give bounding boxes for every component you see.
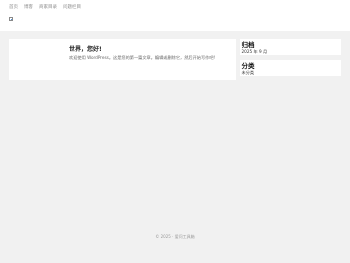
site-header: 首页 博客 商家目录 问题栏目 [0, 0, 350, 31]
category-widget: 分类 未分类 [240, 60, 341, 76]
nav-item-questions[interactable]: 问题栏目 [63, 5, 81, 11]
category-title: 分类 [241, 62, 255, 70]
broken-image-icon[interactable] [9, 17, 13, 21]
archive-title: 归档 [241, 41, 255, 49]
post-title[interactable]: 世界，您好! [69, 44, 102, 53]
post-excerpt: 欢迎使用 WordPress。这是您的第一篇文章。编辑或删除它，然后开始写作吧! [69, 55, 216, 60]
main-nav: 首页 博客 商家目录 问题栏目 [9, 5, 81, 11]
nav-item-blog[interactable]: 博客 [24, 5, 33, 11]
archive-widget: 归档 2025 年 9 月 [240, 39, 341, 55]
site-footer: © 2025 · 爱问工具箱 [155, 234, 195, 239]
nav-item-directory[interactable]: 商家目录 [39, 5, 57, 11]
nav-item-home[interactable]: 首页 [9, 5, 18, 11]
archive-item[interactable]: 2025 年 9 月 [242, 49, 268, 55]
category-item[interactable]: 未分类 [242, 70, 255, 76]
post-card: 世界，您好! 欢迎使用 WordPress。这是您的第一篇文章。编辑或删除它，然… [9, 39, 236, 80]
